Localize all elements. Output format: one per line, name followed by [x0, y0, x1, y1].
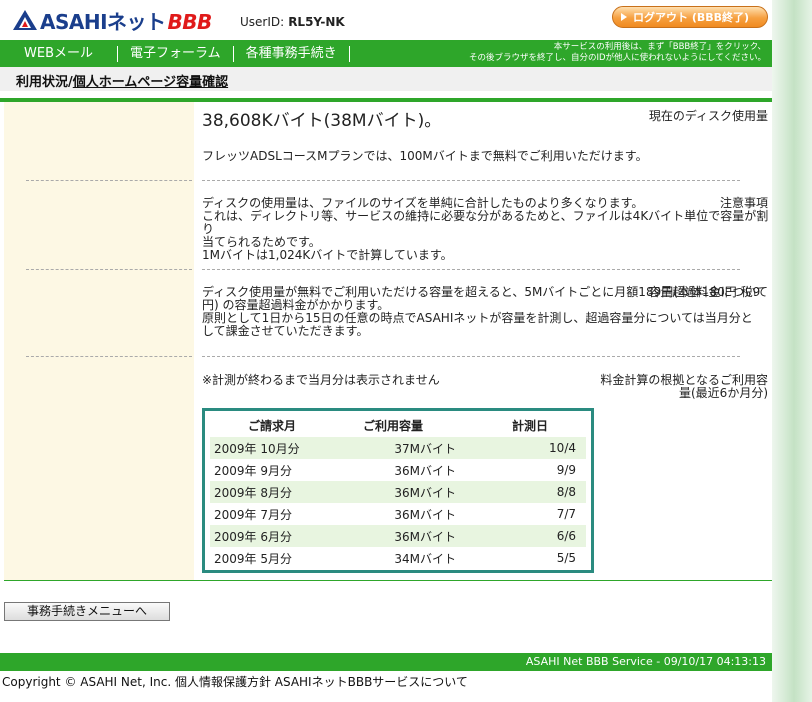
column-header-date: 計測日: [511, 418, 548, 433]
content-bottom-divider: [4, 580, 772, 581]
table-row: 2009年 5月分 34Mバイト 5/5: [214, 551, 576, 566]
row-divider: [202, 356, 740, 357]
billing-basis-note: ※計測が終わるまで当月分は表示されません: [202, 373, 440, 387]
nav-procedures[interactable]: 各種事務手続き: [234, 40, 349, 67]
table-row: 2009年 6月分 36Mバイト 6/6: [210, 525, 586, 547]
nav-e-forum[interactable]: 電子フォーラム: [118, 40, 233, 67]
column-header-month: ご請求月: [247, 418, 296, 433]
table-row: 2009年 9月分 36Mバイト 9/9: [214, 463, 576, 478]
breadcrumb-homepage-capacity[interactable]: 個人ホームページ容量確認: [73, 75, 228, 90]
label-column: [4, 102, 194, 580]
row-divider: [26, 269, 192, 270]
right-decorative-strip: [772, 0, 812, 702]
table-row: 2009年 10月分 37Mバイト 10/4: [210, 437, 586, 459]
logout-label: ログアウト (BBB終了): [633, 11, 750, 24]
play-arrow-icon: [621, 13, 627, 21]
procedures-menu-button[interactable]: 事務手続きメニューへ: [4, 602, 170, 621]
userid-label: UserID:: [240, 15, 285, 29]
row-divider: [26, 356, 192, 357]
usage-history-table: ご請求月 ご利用容量 計測日 2009年 10月分 37Mバイト 10/4 20…: [202, 408, 594, 573]
table-header-row: ご請求月 ご利用容量 計測日: [210, 413, 586, 437]
table-row: 2009年 7月分 36Mバイト 7/7: [214, 507, 576, 522]
footer-status-bar: ASAHI Net BBB Service - 09/10/17 04:13:1…: [0, 653, 772, 671]
userid-display: UserID: RL5Y-NK: [240, 15, 345, 29]
table-row: 2009年 8月分 36Mバイト 8/8: [210, 481, 586, 503]
userid-value: RL5Y-NK: [288, 15, 345, 29]
notice-text: ディスクの使用量は、ファイルのサイズを単純に合計したものより多くなります。 これ…: [202, 196, 769, 262]
logout-button[interactable]: ログアウト (BBB終了): [612, 6, 768, 28]
copyright-text: Copyright © ASAHI Net, Inc. 個人情報保護方針 ASA…: [2, 675, 468, 689]
disk-usage-value: 38,608Kバイト(38Mバイト)。: [202, 111, 442, 131]
nav-web-mail[interactable]: WEBメール: [0, 40, 117, 67]
overage-fee-text: ディスク使用量が無料でご利用いただける容量を超えると、5Mバイトごとに月額189…: [202, 285, 761, 338]
breadcrumb-bar: 利用状況/個人ホームページ容量確認: [0, 67, 772, 91]
header: ASAHIネット BBB UserID: RL5Y-NK ログアウト (BBB終了): [0, 0, 772, 40]
logout-notice: 本サービスの利用後は、まず「BBB終了」をクリック、 その後ブラウザを終了し、自…: [469, 42, 766, 63]
column-header-usage: ご利用容量: [362, 418, 423, 433]
nav-separator: [348, 45, 350, 62]
row-divider: [202, 180, 740, 181]
disk-usage-note: フレッツADSLコースMプランでは、100Mバイトまで無料でご利用いただけます。: [202, 149, 648, 163]
billing-basis-label: 料金計算の根拠となるご利用容 量(最近6か月分): [600, 373, 768, 400]
disk-usage-label: 現在のディスク使用量: [648, 109, 768, 123]
breadcrumb-usage: 利用状況/: [16, 75, 73, 90]
row-divider: [26, 180, 192, 181]
breadcrumb: 利用状況/個人ホームページ容量確認: [16, 71, 228, 90]
asahi-logo[interactable]: ASAHIネット BBB: [12, 6, 212, 34]
row-divider: [202, 269, 740, 270]
top-navigation: WEBメール 電子フォーラム 各種事務手続き 本サービスの利用後は、まず「BBB…: [0, 40, 772, 67]
asahi-logo-icon: [12, 9, 38, 31]
logo-text: ASAHIネット BBB: [40, 9, 212, 34]
